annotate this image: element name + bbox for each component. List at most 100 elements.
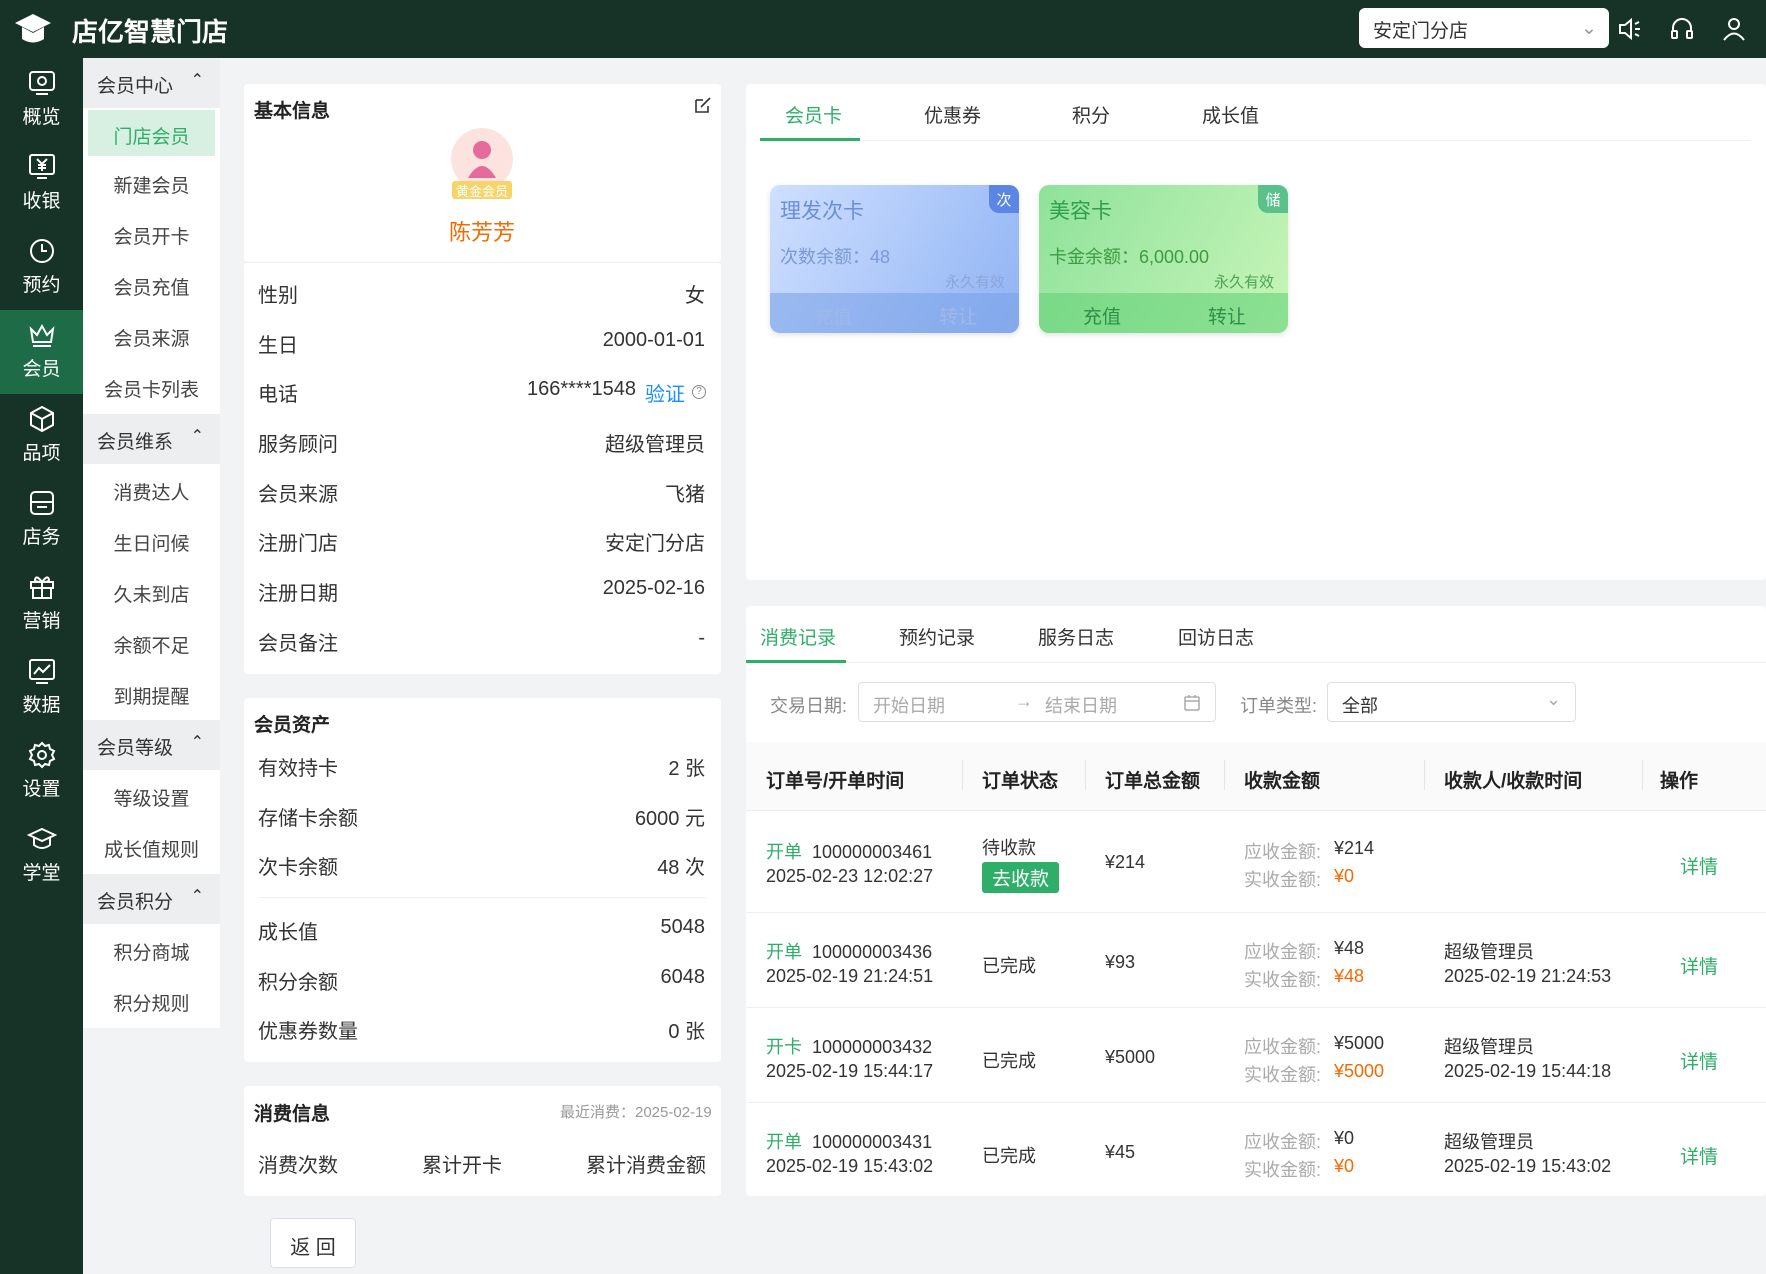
paid-label: 实收金额: [1244,870,1322,890]
stored-balance-label: 存储卡余额 [258,808,358,830]
back-button[interactable]: 返 回 [270,1218,356,1268]
member-card-haircut[interactable]: 次 理发次卡 次数余额：48 永久有效 充值 转让 [770,185,1019,333]
tab-member-card[interactable]: 会员卡 [785,101,842,128]
submenu-group-points[interactable]: 会员积分 ⌃ [83,874,220,924]
order-type-select[interactable]: 全部 ⌄ [1327,682,1576,722]
member-card-beauty[interactable]: 储 美容卡 卡金余额：6,000.00 永久有效 充值 转让 [1039,185,1288,333]
group-label: 会员积分 [97,892,174,913]
nav-overview[interactable]: 概览 [0,58,83,142]
order-status: 已完成 [982,1051,1036,1071]
tab-visit-log[interactable]: 回访日志 [1178,623,1254,650]
store-select[interactable]: 安定门分店 ⌄ [1359,8,1609,48]
col-payee: 收款人/收款时间 [1444,771,1583,792]
detail-link[interactable]: 详情 [1680,952,1718,979]
submenu-item-store-members[interactable]: 门店会员 [88,110,215,156]
submenu-item-low-balance[interactable]: 余额不足 [83,618,220,668]
nav-cashier[interactable]: 收银 [0,142,83,226]
table-row: 开卡 100000003432 [766,1033,932,1059]
tab-booking-records[interactable]: 预约记录 [899,623,975,650]
tab-service-log[interactable]: 服务日志 [1038,623,1114,650]
tab-points[interactable]: 积分 [1072,101,1110,128]
headset-icon[interactable] [1668,15,1696,43]
submenu-item-birthday[interactable]: 生日问候 [83,516,220,566]
user-icon[interactable] [1720,15,1748,43]
level-badge: 黄金会员 [452,181,512,199]
submenu-item-inactive[interactable]: 久未到店 [83,567,220,617]
detail-link[interactable]: 详情 [1680,1142,1718,1169]
submenu-item-card-list[interactable]: 会员卡列表 [83,362,220,412]
nav-store[interactable]: 店务 [0,478,83,562]
reg-date-label: 注册日期 [258,583,338,605]
collect-payment-button[interactable]: 去收款 [982,862,1060,893]
submenu-item-open-card[interactable]: 会员开卡 [83,209,220,259]
due-amount: ¥48 [1334,938,1365,958]
card-transfer-button[interactable]: 转让 [939,302,977,329]
submenu-item-level-settings[interactable]: 等级设置 [83,771,220,821]
order-time: 2025-02-19 15:44:17 [766,1061,934,1081]
verify-link[interactable]: 验证 [645,378,685,407]
nav-data[interactable]: 数据 [0,646,83,730]
submenu-item-expiry[interactable]: 到期提醒 [83,669,220,719]
submenu-item-growth-rules[interactable]: 成长值规则 [83,822,220,872]
source-label: 会员来源 [258,484,338,506]
nav-booking[interactable]: 预约 [0,226,83,310]
nav-label: 预约 [22,275,61,296]
chevron-down-icon: ⌄ [1546,689,1562,709]
submenu-item-points-mall[interactable]: 积分商城 [83,925,220,975]
valid-cards-label: 有效持卡 [258,758,338,780]
start-date-input[interactable]: 开始日期 [873,692,945,718]
paid-amount: ¥48 [1334,966,1365,986]
row-divider [746,912,1766,913]
date-range-picker[interactable]: 开始日期 → 结束日期 [858,682,1216,722]
submenu-group-maintain[interactable]: 会员维系 ⌃ [83,414,220,464]
tab-active-indicator [760,138,860,141]
paid-label: 实收金额: [1244,1065,1322,1085]
nav-label: 收银 [22,191,61,212]
total-spend-label: 累计消费金额 [586,1155,706,1177]
pay-time: 2025-02-19 21:24:53 [1444,966,1612,986]
basic-info-title: 基本信息 [254,101,331,122]
card-recharge-button[interactable]: 充值 [1083,302,1121,329]
submenu-item-big-spender[interactable]: 消费达人 [83,465,220,515]
detail-link[interactable]: 详情 [1680,1047,1718,1074]
tab-consume-records[interactable]: 消费记录 [760,623,836,650]
chevron-up-icon: ⌃ [190,72,204,89]
submenu-item-source[interactable]: 会员来源 [83,311,220,361]
due-label: 应收金额: [1244,1037,1322,1057]
submenu-group-member-center[interactable]: 会员中心 ⌃ [83,58,220,108]
consume-title: 消费信息 [254,1104,331,1125]
reg-date-value: 2025-02-16 [602,577,705,599]
paid-amount: ¥0 [1334,1156,1355,1176]
nav-settings[interactable]: 设置 [0,730,83,814]
paid-amount: ¥5000 [1334,1061,1385,1081]
card-recharge-button[interactable]: 充值 [814,302,852,329]
submenu-item-new-member[interactable]: 新建会员 [83,158,220,208]
end-date-input[interactable]: 结束日期 [1045,692,1117,718]
date-filter-label: 交易日期: [770,696,848,716]
paid-label: 实收金额: [1244,1160,1322,1180]
birthday-label: 生日 [258,335,298,357]
edit-icon[interactable] [694,96,712,114]
due-label: 应收金额: [1244,1132,1322,1152]
nav-marketing[interactable]: 营销 [0,562,83,646]
pay-time: 2025-02-19 15:44:18 [1444,1061,1612,1081]
card-validity: 永久有效 [1213,274,1274,291]
card-footer: 充值 转让 [1039,293,1288,333]
nav-items[interactable]: 品项 [0,394,83,478]
clock-icon [29,239,54,263]
submenu-group-level[interactable]: 会员等级 ⌃ [83,720,220,770]
detail-link[interactable]: 详情 [1680,852,1718,879]
speaker-icon[interactable] [1616,15,1644,43]
nav-academy[interactable]: 学堂 [0,814,83,898]
card-transfer-button[interactable]: 转让 [1208,302,1246,329]
order-time: 2025-02-23 12:02:27 [766,866,934,886]
nav-member[interactable]: 会员 [0,310,83,394]
card-type-badge: 储 [1258,185,1288,213]
submenu-item-points-rules[interactable]: 积分规则 [83,976,220,1026]
submenu-item-recharge[interactable]: 会员充值 [83,260,220,310]
assets-title: 会员资产 [254,715,331,736]
tab-coupons[interactable]: 优惠券 [924,101,981,128]
help-icon[interactable]: ? [692,385,706,399]
nav-label: 品项 [22,443,61,464]
tab-growth[interactable]: 成长值 [1202,101,1259,128]
